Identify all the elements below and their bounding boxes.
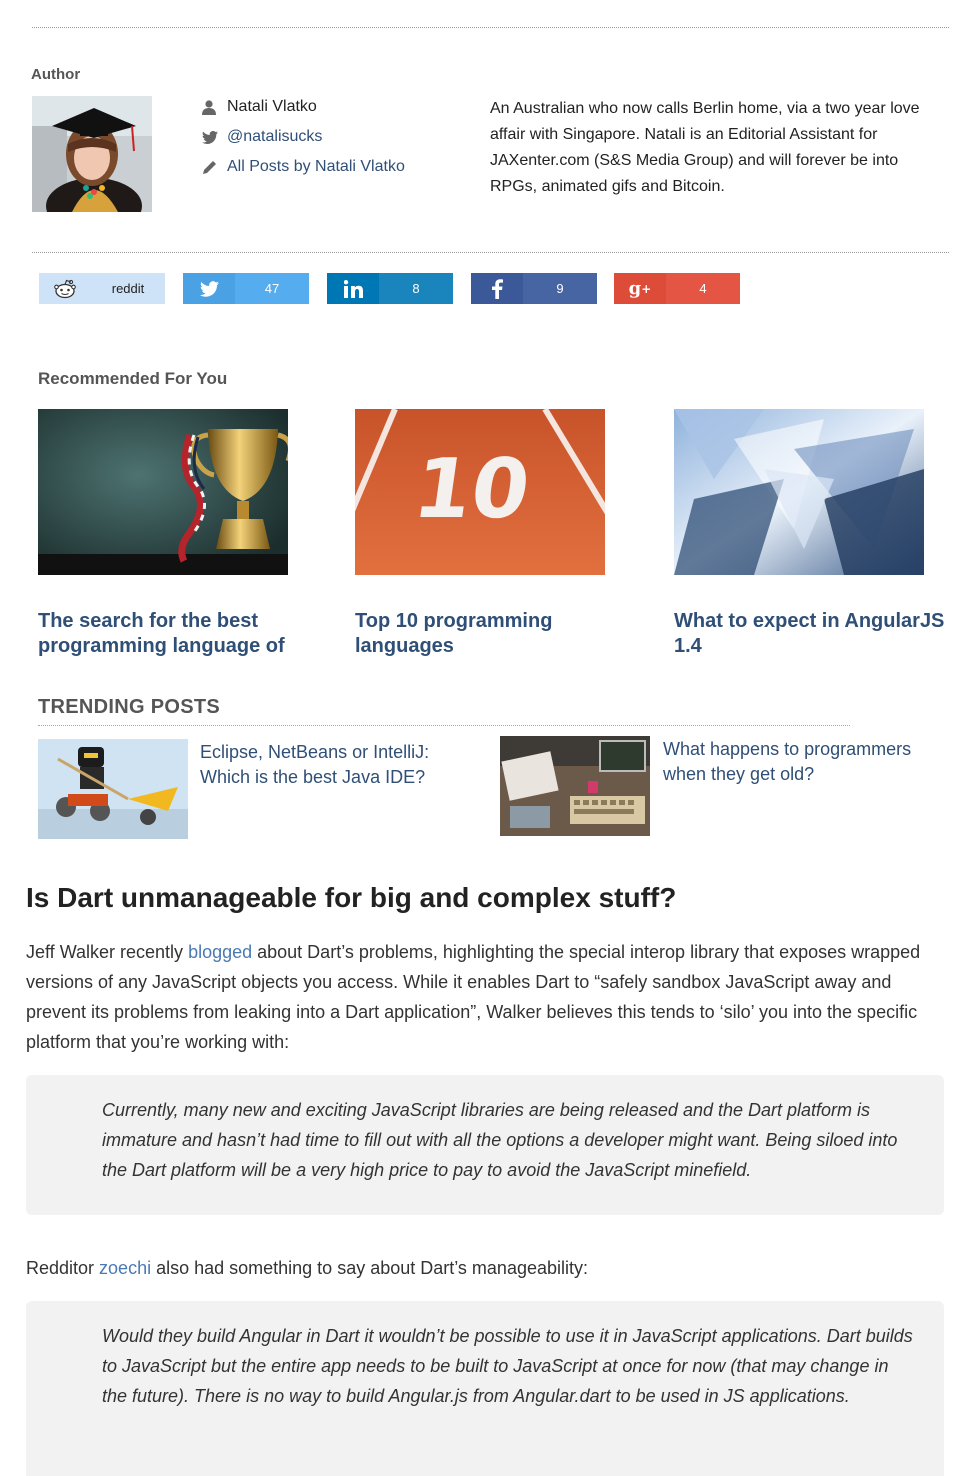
share-count-twitter: 47 (264, 281, 280, 296)
running-track-10-image: 10 (355, 409, 605, 575)
article-paragraph-1: Jeff Walker recently blogged about Dart’… (26, 937, 946, 1057)
user-icon (202, 99, 227, 115)
share-button-facebook[interactable]: 9 (471, 273, 597, 304)
recommended-title-1[interactable]: The search for the best programming lang… (38, 609, 328, 659)
author-twitter-row: @natalisucks (202, 122, 405, 152)
share-count-linkedin: 8 (412, 281, 420, 296)
blockquote-2-text: Would they build Angular in Dart it woul… (102, 1326, 913, 1406)
article-paragraph-2: Redditor zoechi also had something to sa… (26, 1253, 946, 1283)
share-button-reddit[interactable]: reddit (39, 273, 165, 304)
facebook-icon (471, 273, 523, 304)
share-count-googleplus: 4 (699, 281, 707, 296)
recommended-image-1[interactable] (38, 409, 288, 575)
lego-ninja-image (38, 739, 188, 839)
trending-heading: TRENDING POSTS (38, 696, 220, 718)
para2-text-after: also had something to say about Dart’s m… (151, 1258, 588, 1278)
blockquote-1-text: Currently, many new and exciting JavaScr… (102, 1100, 898, 1180)
share-button-googleplus[interactable]: g + 4 (614, 273, 740, 304)
share-button-twitter[interactable]: 47 (183, 273, 309, 304)
author-posts-row: All Posts by Natali Vlatko (202, 152, 405, 182)
trending-image-1[interactable] (38, 739, 188, 839)
author-name: Natali Vlatko (227, 98, 317, 115)
share-count-facebook: 9 (556, 281, 564, 296)
blockquote-2: Would they build Angular in Dart it woul… (26, 1301, 944, 1476)
trending-divider (38, 725, 850, 726)
para1-text-before: Jeff Walker recently (26, 942, 189, 962)
reddit-icon (39, 273, 91, 304)
trending-link-2[interactable]: What happens to programmers when they ge… (663, 737, 933, 787)
recommended-image-3[interactable] (674, 409, 924, 575)
author-meta: Natali Vlatko @natalisucks All Posts by … (202, 92, 405, 182)
top-divider (32, 27, 949, 28)
recommended-image-2[interactable]: 10 (355, 409, 605, 575)
author-heading: Author (31, 66, 81, 83)
twitter-icon (183, 273, 235, 304)
recommended-title-2[interactable]: Top 10 programming languages (355, 609, 615, 659)
blogged-link[interactable]: blogged (188, 942, 252, 962)
trending-link-1[interactable]: Eclipse, NetBeans or IntelliJ: Which is … (200, 740, 470, 790)
para2-text-before: Redditor (26, 1258, 100, 1278)
zoechi-link[interactable]: zoechi (99, 1258, 151, 1278)
trending-image-2[interactable] (500, 736, 650, 836)
recommended-heading: Recommended For You (38, 369, 228, 388)
author-all-posts-link[interactable]: All Posts by Natali Vlatko (227, 158, 405, 176)
share-button-linkedin[interactable]: 8 (327, 273, 453, 304)
recommended-title-3[interactable]: What to expect in AngularJS 1.4 (674, 609, 959, 659)
abstract-glass-image (674, 409, 924, 575)
share-label-reddit: reddit (111, 281, 145, 296)
twitter-icon (202, 130, 227, 144)
author-divider (32, 252, 949, 253)
author-name-row: Natali Vlatko (202, 92, 405, 122)
author-twitter-link[interactable]: @natalisucks (227, 128, 322, 146)
google-plus-icon: g + (614, 273, 666, 304)
author-avatar (32, 96, 152, 212)
article-heading: Is Dart unmanageable for big and complex… (26, 882, 677, 913)
retro-computer-desk-image (500, 736, 650, 836)
trophy-image (38, 409, 288, 575)
author-bio: An Australian who now calls Berlin home,… (490, 100, 920, 195)
pencil-icon (202, 160, 227, 175)
blockquote-1: Currently, many new and exciting JavaScr… (26, 1075, 944, 1215)
linkedin-icon (327, 273, 379, 304)
svg-text:10: 10 (408, 442, 535, 537)
